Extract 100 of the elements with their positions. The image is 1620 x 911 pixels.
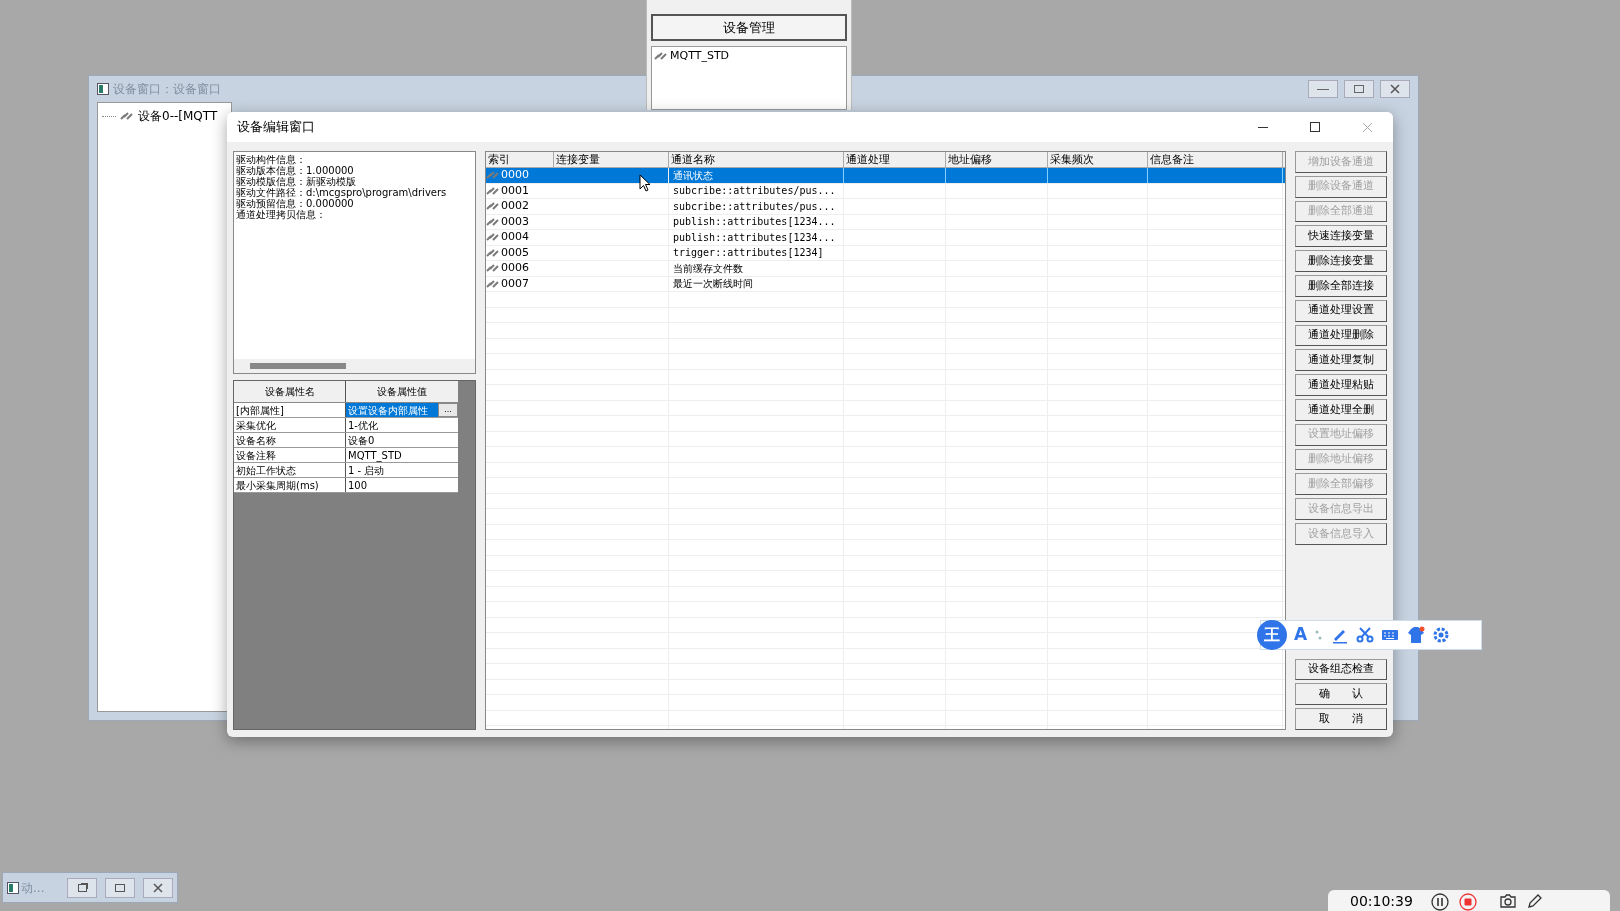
action-button[interactable]: 通道处理设置: [1295, 299, 1387, 322]
tree-item[interactable]: 设备0--[MQTT: [102, 107, 218, 125]
property-value[interactable]: 100: [346, 478, 458, 492]
dialog-title: 设备编辑窗口: [237, 118, 315, 137]
property-value[interactable]: 1 - 启动: [346, 463, 458, 477]
pen-icon[interactable]: [1526, 893, 1543, 909]
minimize-button[interactable]: [1308, 80, 1338, 98]
action-button[interactable]: 通道处理删除: [1295, 324, 1387, 347]
table-cell-text: 最近一次断线时间: [673, 277, 753, 292]
close-icon: [1361, 121, 1373, 133]
channel-icon: [486, 185, 500, 196]
table-cell-text: 0004: [501, 229, 529, 245]
info-line: 驱动版本信息：1.000000: [236, 165, 355, 176]
action-button[interactable]: 取 消: [1295, 708, 1387, 730]
device-manager-button[interactable]: 设备管理: [651, 14, 847, 41]
column-header[interactable]: 连接变量: [554, 152, 669, 167]
column-header: 设备属性名: [234, 381, 346, 402]
restore-button[interactable]: [67, 877, 97, 898]
column-header[interactable]: 采集频次: [1048, 152, 1148, 167]
stop-icon[interactable]: [1458, 893, 1477, 911]
action-button[interactable]: 通道处理复制: [1295, 349, 1387, 372]
window-title: 动...: [21, 879, 45, 897]
action-button[interactable]: 删除全部连接: [1295, 275, 1387, 297]
column-header[interactable]: 索引: [486, 152, 554, 167]
action-button[interactable]: 通道处理全删: [1295, 398, 1387, 421]
channel-icon: [486, 201, 500, 212]
table-cell-text: 0002: [501, 198, 529, 214]
table-cell-text: 0006: [501, 260, 529, 276]
window-icon: [7, 881, 19, 894]
table-row[interactable]: 0005 trigger::attributes[1234]: [486, 245, 1285, 261]
table-row[interactable]: 0006 当前缓存文件数: [486, 261, 1285, 277]
property-name: 设备注释: [234, 448, 346, 462]
channel-icon: [486, 216, 500, 227]
info-line: 驱动文件路径：d:\mcgspro\program\drivers: [236, 187, 448, 198]
window-icon: [97, 83, 109, 95]
scissors-icon[interactable]: [1356, 626, 1375, 644]
maximize-button[interactable]: [105, 877, 135, 898]
action-button[interactable]: 设备组态检查: [1295, 658, 1387, 681]
property-value[interactable]: 设置设备内部属性: [346, 403, 438, 417]
cursor-icon: [639, 174, 651, 192]
table-cell-text: 0000: [501, 167, 529, 183]
column-header[interactable]: 信息备注: [1148, 152, 1283, 167]
table-row[interactable]: 0004 publish::attributes[1234...: [486, 230, 1285, 246]
property-value[interactable]: 设备0: [346, 433, 458, 447]
table-cell: 0001: [501, 182, 529, 199]
window-title: 设备窗口：设备窗口: [113, 81, 221, 98]
action-button[interactable]: 确 认: [1295, 683, 1387, 706]
keyboard-icon[interactable]: [1381, 628, 1400, 642]
table-row[interactable]: 0002 subcribe::attributes/pus...: [486, 199, 1285, 215]
property-name: 设备名称: [234, 433, 346, 447]
close-icon: [153, 882, 163, 893]
property-name: 采集优化: [234, 418, 346, 432]
table-cell-text: 通讯状态: [673, 168, 713, 183]
table-cell-text: 当前缓存文件数: [673, 261, 743, 276]
info-line: 通道处理拷贝信息：: [236, 209, 327, 220]
property-value[interactable]: 1-优化: [346, 418, 458, 432]
column-header[interactable]: 地址偏移: [946, 152, 1048, 167]
browse-button[interactable]: ...: [438, 403, 458, 417]
channel-icon: [486, 232, 500, 243]
table-cell-text: subcribe::attributes/pus...: [673, 184, 836, 199]
property-name: 最小采集周期(ms): [234, 478, 346, 492]
action-button[interactable]: 通道处理粘贴: [1295, 374, 1387, 396]
channel-icon: [486, 263, 500, 274]
settings-icon[interactable]: [1433, 627, 1450, 643]
close-button[interactable]: [1380, 80, 1410, 98]
table-cell-text: publish::attributes[1234...: [673, 215, 836, 230]
camera-icon[interactable]: [1498, 893, 1517, 909]
table-row[interactable]: 0007 最近一次断线时间: [486, 276, 1285, 292]
table-cell-text: subcribe::attributes/pus...: [673, 199, 836, 214]
table-row[interactable]: 0003 publish::attributes[1234...: [486, 214, 1285, 230]
scrollbar[interactable]: [234, 359, 475, 373]
channel-icon: [486, 278, 500, 289]
table-row[interactable]: 0000 通讯状态: [486, 168, 1285, 184]
close-button[interactable]: [143, 877, 173, 898]
table-row[interactable]: 0001 subcribe::attributes/pus...: [486, 183, 1285, 199]
channel-icon: [654, 51, 668, 61]
info-line: 驱动模版信息：新驱动模版: [236, 176, 357, 187]
close-icon: [1390, 84, 1400, 94]
font-button[interactable]: A: [1294, 622, 1308, 648]
shirt-icon[interactable]: [1406, 626, 1427, 644]
table-cell-text: publish::attributes[1234...: [673, 230, 836, 245]
channel-icon: [486, 247, 500, 258]
ime-logo[interactable]: 王: [1257, 620, 1287, 650]
column-header[interactable]: 通道处理: [844, 152, 946, 167]
channel-icon: [120, 111, 134, 121]
action-button[interactable]: 删除连接变量: [1295, 250, 1387, 272]
table-cell: 0003: [501, 213, 529, 230]
table-cell: 0007: [501, 275, 529, 292]
table-cell: 0005: [501, 244, 529, 261]
property-value[interactable]: MQTT_STD: [346, 448, 458, 462]
column-header: 设备属性值: [346, 381, 458, 402]
column-header[interactable]: 通道名称: [669, 152, 844, 167]
action-button[interactable]: 快速连接变量: [1295, 225, 1387, 248]
recording-time: 00:10:39: [1350, 893, 1413, 909]
property-name: 初始工作状态: [234, 463, 346, 477]
device-list-item[interactable]: MQTT_STD: [654, 49, 844, 63]
table-cell-text: trigger::attributes[1234]: [673, 246, 824, 261]
pause-icon[interactable]: [1430, 893, 1449, 911]
channel-icon: [486, 170, 500, 181]
info-line: 驱动预留信息：0.000000: [236, 198, 354, 209]
